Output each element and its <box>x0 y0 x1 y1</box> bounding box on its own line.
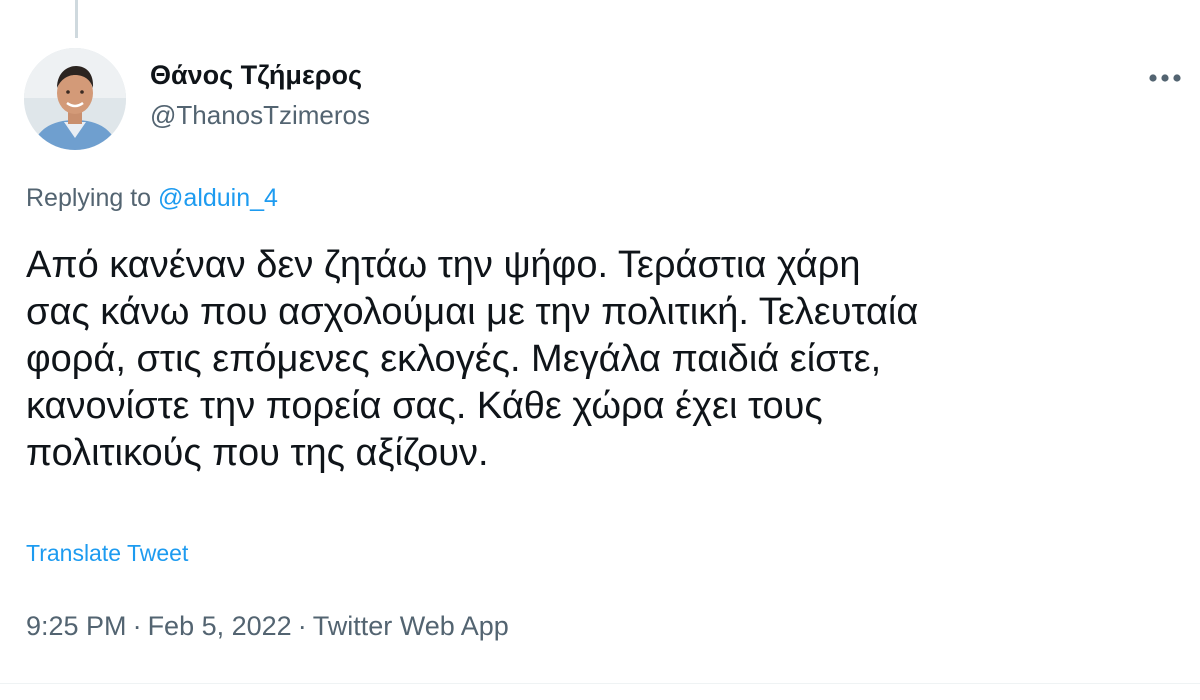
author-handle[interactable]: @ThanosTzimeros <box>150 100 370 131</box>
avatar[interactable] <box>24 48 126 150</box>
tweet-text-line: σας κάνω που ασχολούμαι με την πολιτική.… <box>26 291 919 333</box>
tweet-metadata: 9:25 PM · Feb 5, 2022 · Twitter Web App <box>26 611 509 642</box>
replying-to: Replying to @alduin_4 <box>26 184 278 213</box>
meta-separator: · <box>297 611 307 641</box>
tweet-text-line: κανονίστε την πορεία σας. Κάθε χώρα έχει… <box>26 385 823 427</box>
profile-photo-icon <box>24 48 126 150</box>
meta-separator: · <box>132 611 142 641</box>
tweet-text-line: Από κανέναν δεν ζητάω την ψήφο. Τεράστια… <box>26 244 861 286</box>
tweet-text-line: πολιτικούς που της αξίζουν. <box>26 432 489 474</box>
reply-mention-link[interactable]: @alduin_4 <box>158 184 278 212</box>
tweet-text: Από κανέναν δεν ζητάω την ψήφο. Τεράστια… <box>26 242 1186 477</box>
translate-tweet-link[interactable]: Translate Tweet <box>26 540 188 567</box>
tweet-source-link[interactable]: Twitter Web App <box>313 611 509 641</box>
replying-to-label: Replying to <box>26 184 159 212</box>
tweet-date-link[interactable]: Feb 5, 2022 <box>148 611 292 641</box>
thread-connector-line <box>75 0 78 38</box>
divider <box>0 683 1200 684</box>
tweet-text-line: φορά, στις επόμενες εκλογές. Μεγάλα παιδ… <box>26 338 882 380</box>
more-horizontal-icon <box>1149 74 1181 82</box>
author-display-name[interactable]: Θάνος Τζήμερος <box>150 60 362 91</box>
more-options-button[interactable] <box>1140 58 1190 98</box>
tweet-card: Θάνος Τζήμερος @ThanosTzimeros Replying … <box>0 0 1200 700</box>
tweet-time-link[interactable]: 9:25 PM <box>26 611 127 641</box>
